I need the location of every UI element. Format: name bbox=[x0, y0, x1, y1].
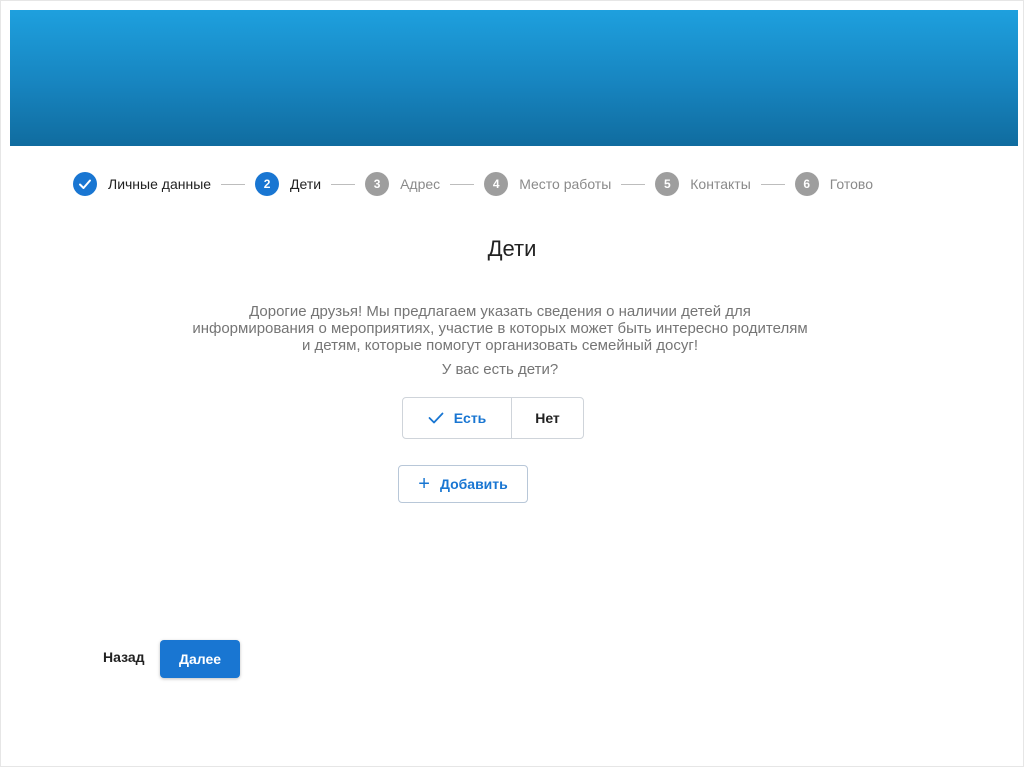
step-connector bbox=[621, 183, 646, 185]
step-address[interactable]: 3 Адрес bbox=[365, 172, 440, 196]
yes-button[interactable]: Есть bbox=[403, 398, 512, 438]
step-number: 5 bbox=[655, 172, 680, 196]
yes-label: Есть bbox=[453, 410, 487, 426]
step-label: Место работы bbox=[519, 176, 612, 192]
step-connector bbox=[331, 183, 356, 185]
stepper: Личные данные 2 Дети 3 Адрес 4 Место раб… bbox=[73, 170, 873, 198]
header-banner bbox=[10, 10, 1018, 146]
next-button[interactable]: Далее bbox=[160, 640, 240, 678]
description: Дорогие друзья! Мы предлагаем указать св… bbox=[130, 303, 870, 354]
step-number: 6 bbox=[794, 172, 819, 196]
no-label: Нет bbox=[535, 410, 560, 426]
step-personal-data[interactable]: Личные данные bbox=[73, 172, 211, 196]
step-label: Личные данные bbox=[108, 176, 212, 192]
has-children-toggle: Есть Нет bbox=[402, 397, 584, 439]
step-label: Дети bbox=[290, 176, 322, 192]
description-line: и детям, которые помогут организовать се… bbox=[301, 337, 699, 354]
step-number: 3 bbox=[365, 172, 390, 196]
step-label: Контакты bbox=[690, 176, 751, 192]
step-done[interactable]: 6 Готово bbox=[794, 172, 873, 196]
no-button[interactable]: Нет bbox=[512, 398, 583, 438]
question-text: У вас есть дети? bbox=[441, 361, 559, 378]
add-child-button[interactable]: + Добавить bbox=[398, 465, 528, 503]
step-number: 4 bbox=[484, 172, 509, 196]
description-line: Дорогие друзья! Мы предлагаем указать св… bbox=[249, 303, 751, 320]
check-icon bbox=[428, 412, 444, 424]
step-workplace[interactable]: 4 Место работы bbox=[484, 172, 611, 196]
page-title: Дети bbox=[487, 236, 537, 261]
step-connector bbox=[221, 183, 246, 185]
check-icon bbox=[73, 172, 97, 196]
back-button[interactable]: Назад bbox=[103, 649, 145, 669]
step-children[interactable]: 2 Дети bbox=[255, 172, 321, 196]
step-connector bbox=[760, 183, 785, 185]
step-number: 2 bbox=[255, 172, 280, 196]
step-contacts[interactable]: 5 Контакты bbox=[655, 172, 751, 196]
plus-icon: + bbox=[418, 473, 430, 495]
step-label: Адрес bbox=[400, 176, 441, 192]
step-connector bbox=[450, 183, 475, 185]
step-label: Готово bbox=[829, 176, 873, 192]
description-line: информирования о мероприятиях, участие в… bbox=[192, 320, 808, 337]
add-label: Добавить bbox=[439, 476, 508, 492]
